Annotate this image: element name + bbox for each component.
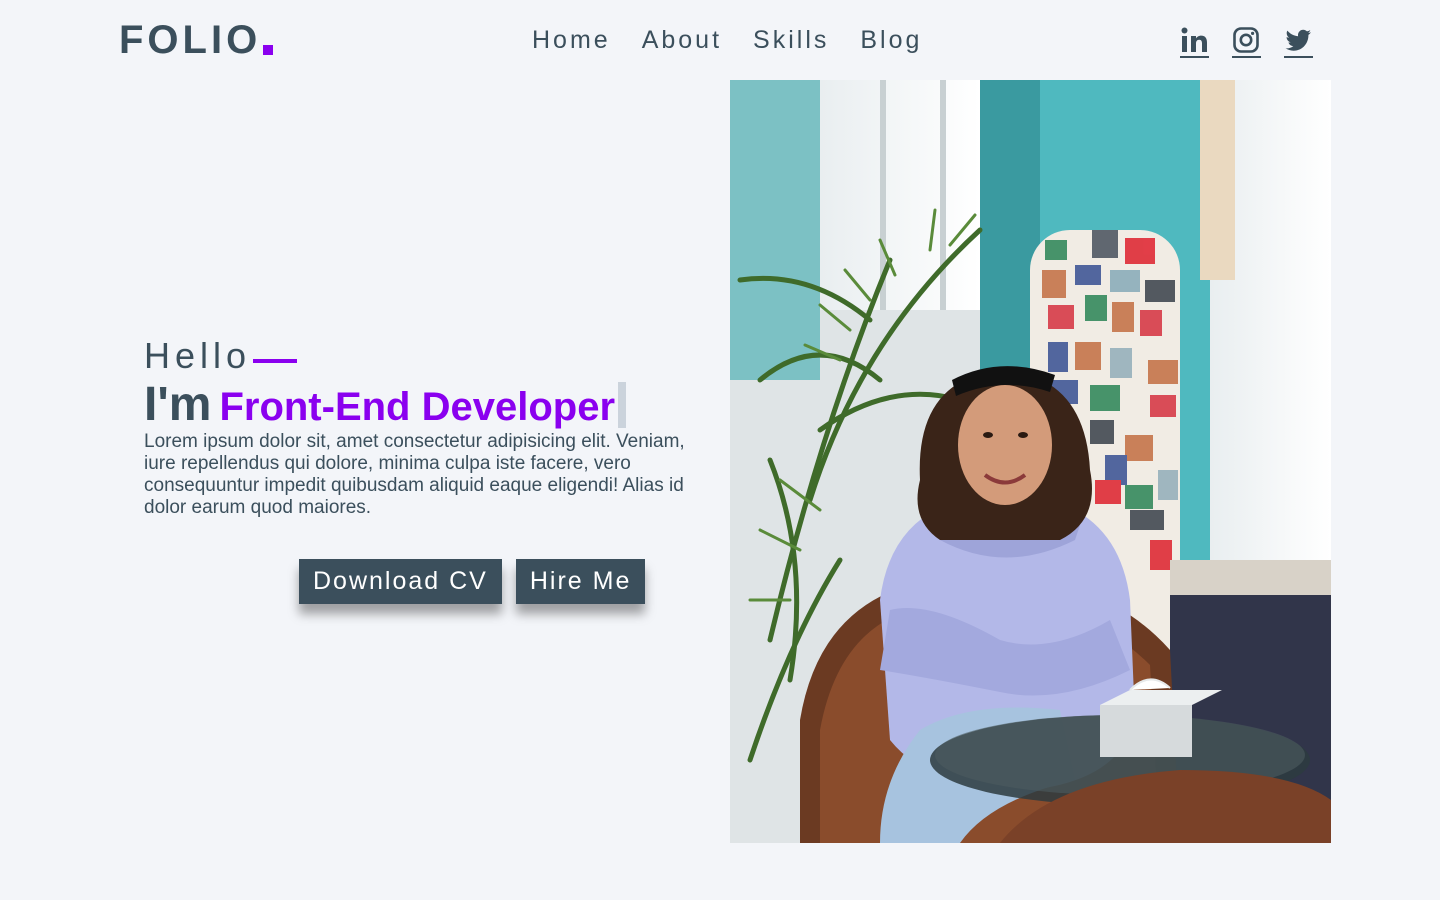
brand-logo[interactable]: FOLIO [119, 18, 274, 62]
nav-home[interactable]: Home [532, 24, 611, 56]
typed-role: Front-End Developer [219, 385, 616, 429]
profile-photo [730, 80, 1331, 843]
typing-cursor [618, 382, 627, 428]
main-menu: Home About Skills Blog [532, 24, 922, 56]
hero-actions: Download CV Hire Me [299, 559, 646, 604]
intro-paragraph: Lorem ipsum dolor sit, amet consectetur … [144, 431, 685, 518]
linkedin-icon[interactable] [1180, 26, 1209, 58]
greeting: Hello [144, 335, 298, 377]
download-cv-button[interactable]: Download CV [299, 559, 502, 604]
hire-me-button[interactable]: Hire Me [515, 559, 646, 604]
brand-name: FOLIO [119, 18, 262, 62]
headline-prefix: I'm [144, 378, 212, 431]
twitter-icon[interactable] [1284, 26, 1313, 58]
instagram-icon[interactable] [1232, 26, 1261, 58]
social-links [1180, 26, 1313, 58]
nav-blog[interactable]: Blog [860, 24, 922, 56]
top-navbar: FOLIO Home About Skills Blog [0, 0, 1440, 80]
nav-about[interactable]: About [642, 24, 722, 56]
greeting-text: Hello [144, 335, 252, 376]
brand-dot [263, 45, 274, 55]
greeting-underline [253, 359, 298, 363]
nav-skills[interactable]: Skills [753, 24, 829, 56]
